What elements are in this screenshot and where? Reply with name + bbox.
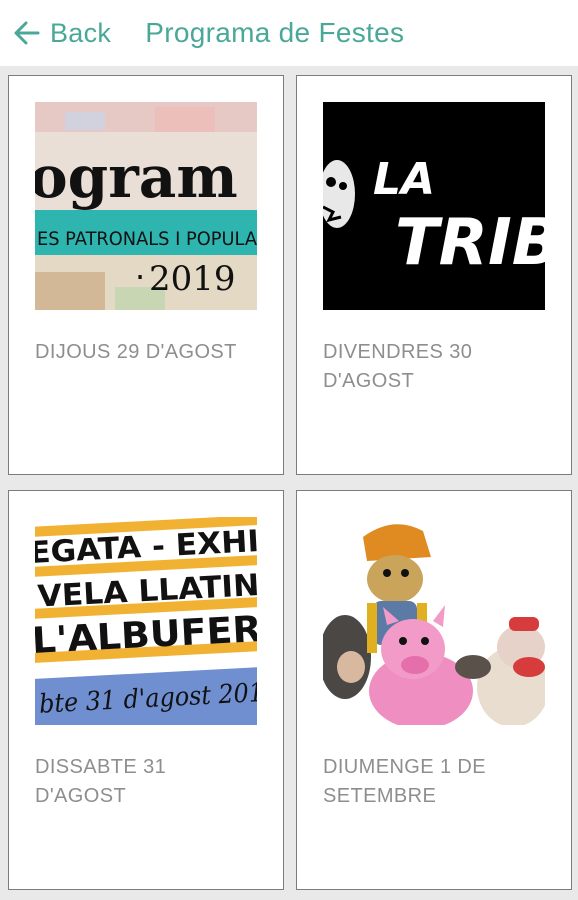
card-date-label: DISSABTE 31 D'AGOST [35,756,167,807]
poster-band-text: ES PATRONALS I POPULA [37,228,257,250]
program-poster-image: ogram ES PATRONALS I POPULA · 2019 [35,102,257,310]
card-date-label: DIJOUS 29 D'AGOST [35,341,237,363]
program-poster-image: LA TRIB [323,102,545,310]
program-card-day-4[interactable]: DIUMENGE 1 DE SETEMBRE [296,490,572,890]
back-label: Back [50,17,112,48]
poster-line1-text: LA [373,154,435,205]
svg-text:·: · [135,258,145,296]
card-date-label: DIUMENGE 1 DE SETEMBRE [323,756,487,807]
poster-year-text: 2019 [149,259,236,299]
program-poster-image: EGATA - EXHI VELA LLATIN L'ALBUFER bte 3… [35,517,257,725]
back-button[interactable]: Back [12,13,111,53]
card-date-label: DIVENDRES 30 D'AGOST [323,341,473,392]
program-card-day-2[interactable]: LA TRIB DIVENDRES 30 D'AGOST [296,75,572,475]
arrow-left-icon [14,21,40,45]
app-header: Back Programa de Festes [0,0,578,66]
program-grid: ogram ES PATRONALS I POPULA · 2019 DIJOU… [0,66,578,900]
program-poster-image [323,517,545,725]
program-card-day-1[interactable]: ogram ES PATRONALS I POPULA · 2019 DIJOU… [8,75,284,475]
poster-title-text: ogram [35,143,238,211]
page-title: Programa de Festes [145,17,405,48]
program-card-day-3[interactable]: EGATA - EXHI VELA LLATIN L'ALBUFER bte 3… [8,490,284,890]
poster-line2-text: TRIB [395,206,545,280]
